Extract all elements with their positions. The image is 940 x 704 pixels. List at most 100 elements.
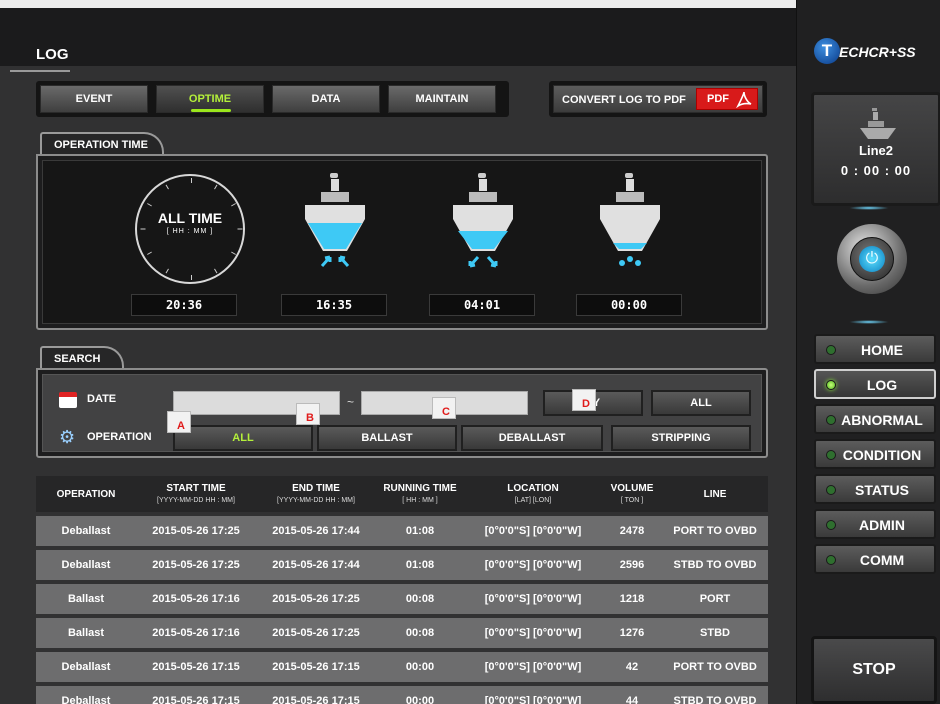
cell-start-time: 2015-05-26 17:16	[136, 584, 256, 614]
convert-pdf-button[interactable]: CONVERT LOG TO PDF PDF	[549, 81, 767, 117]
marker-b: B	[296, 403, 320, 425]
operation-all-button[interactable]: ALL	[173, 425, 313, 451]
col-line[interactable]: LINE	[662, 476, 768, 512]
cell-location: [0°0'0"S] [0°0'0"W]	[464, 618, 602, 648]
table-row[interactable]: Deballast 2015-05-26 17:25 2015-05-26 17…	[36, 550, 768, 580]
operation-time-panel: ALL TIME [ HH : MM ] 20:36 16:35 04:01 0…	[36, 154, 768, 330]
all-date-button[interactable]: ALL	[651, 390, 751, 416]
convert-pdf-inner: CONVERT LOG TO PDF PDF	[553, 85, 763, 113]
nav-log[interactable]: LOG	[814, 369, 936, 399]
search-panel: DATE ⚙ OPERATION ~ AY ALL ALL BALLAST DE…	[36, 368, 768, 458]
nav-status[interactable]: STATUS	[814, 474, 936, 504]
table-row[interactable]: Ballast 2015-05-26 17:16 2015-05-26 17:2…	[36, 584, 768, 614]
cell-location: [0°0'0"S] [0°0'0"W]	[464, 584, 602, 614]
cell-end-time: 2015-05-26 17:44	[256, 516, 376, 546]
deballast-ship-icon	[453, 173, 513, 268]
stop-button[interactable]: STOP	[811, 636, 937, 704]
ballast-ship-icon	[305, 173, 365, 267]
deballast-time-value: 04:01	[429, 294, 535, 316]
clock-sub: [ HH : MM ]	[166, 228, 214, 235]
ballast-time-value: 16:35	[281, 294, 387, 316]
table-header: OPERATION START TIME [YYYY-MM-DD HH : MM]…	[36, 476, 768, 512]
col-end-time[interactable]: END TIME [YYYY-MM-DD HH : MM]	[256, 476, 376, 512]
power-button[interactable]: ⏻	[837, 224, 907, 294]
col-location[interactable]: LOCATION [LAT] [LON]	[464, 476, 602, 512]
cell-location: [0°0'0"S] [0°0'0"W]	[464, 550, 602, 580]
clock-label: ALL TIME	[157, 210, 223, 226]
nav-home[interactable]: HOME	[814, 334, 936, 364]
search-tab: SEARCH	[40, 346, 124, 370]
cell-end-time: 2015-05-26 17:15	[256, 652, 376, 682]
log-table: OPERATION START TIME [YYYY-MM-DD HH : MM]…	[36, 472, 768, 704]
glow-indicator	[849, 206, 889, 210]
line-name: Line2	[859, 143, 893, 158]
nav-abnormal[interactable]: ABNORMAL	[814, 404, 936, 434]
table-row[interactable]: Deballast 2015-05-26 17:25 2015-05-26 17…	[36, 516, 768, 546]
cell-volume: 2596	[602, 550, 662, 580]
cell-running-time: 01:08	[376, 516, 464, 546]
table-row[interactable]: Deballast 2015-05-26 17:15 2015-05-26 17…	[36, 686, 768, 704]
cell-location: [0°0'0"S] [0°0'0"W]	[464, 516, 602, 546]
logo-mark: T	[814, 38, 840, 64]
operation-stripping-button[interactable]: STRIPPING	[611, 425, 751, 451]
page-title: LOG	[36, 46, 69, 63]
cell-running-time: 00:00	[376, 652, 464, 682]
search-inner: DATE ⚙ OPERATION ~ AY ALL ALL BALLAST DE…	[42, 374, 762, 452]
power-button-inner: ⏻	[850, 237, 894, 281]
cell-operation: Deballast	[36, 686, 136, 704]
nav-label: ADMIN	[859, 517, 905, 533]
operation-ballast-button[interactable]: BALLAST	[317, 425, 457, 451]
nav-label: ABNORMAL	[841, 412, 923, 428]
col-operation[interactable]: OPERATION	[36, 476, 136, 512]
col-start-time[interactable]: START TIME [YYYY-MM-DD HH : MM]	[136, 476, 256, 512]
logo-text: ECHCR+SS	[839, 44, 916, 60]
glow-indicator	[849, 320, 889, 324]
cell-line: PORT TO OVBD	[662, 652, 768, 682]
date-separator: ~	[347, 395, 355, 409]
cell-line: PORT	[662, 584, 768, 614]
cell-operation: Deballast	[36, 550, 136, 580]
stripping-ship-icon	[600, 173, 660, 266]
title-underline	[10, 70, 70, 72]
tab-optime[interactable]: OPTIME	[156, 85, 264, 113]
nav-admin[interactable]: ADMIN	[814, 509, 936, 539]
nav-comm[interactable]: COMM	[814, 544, 936, 574]
cell-location: [0°0'0"S] [0°0'0"W]	[464, 652, 602, 682]
operation-deballast-button[interactable]: DEBALLAST	[461, 425, 603, 451]
nav-label: HOME	[861, 342, 903, 358]
col-running-time[interactable]: RUNNING TIME[ HH : MM ]	[376, 476, 464, 512]
convert-pdf-label: CONVERT LOG TO PDF	[562, 94, 686, 106]
cell-location: [0°0'0"S] [0°0'0"W]	[464, 686, 602, 704]
nav-label: COMM	[859, 552, 905, 568]
tab-maintain[interactable]: MAINTAIN	[388, 85, 496, 113]
cell-volume: 1218	[602, 584, 662, 614]
cell-running-time: 00:08	[376, 618, 464, 648]
cell-start-time: 2015-05-26 17:16	[136, 618, 256, 648]
col-volume[interactable]: VOLUME[ TON ]	[602, 476, 662, 512]
pdf-badge: PDF	[696, 88, 758, 110]
all-time-value: 20:36	[131, 294, 237, 316]
table-row[interactable]: Deballast 2015-05-26 17:15 2015-05-26 17…	[36, 652, 768, 682]
cell-line: PORT TO OVBD	[662, 516, 768, 546]
calendar-icon	[59, 392, 77, 408]
line-status-box: Line2 0 : 00 : 00	[811, 92, 940, 206]
date-label: DATE	[87, 393, 117, 405]
nav-condition[interactable]: CONDITION	[814, 439, 936, 469]
cell-line: STBD TO OVBD	[662, 686, 768, 704]
tab-event[interactable]: EVENT	[40, 85, 148, 113]
cell-start-time: 2015-05-26 17:25	[136, 516, 256, 546]
operation-label: OPERATION	[87, 431, 152, 443]
line-timer: 0 : 00 : 00	[840, 163, 912, 178]
cell-start-time: 2015-05-26 17:15	[136, 686, 256, 704]
tab-data[interactable]: DATA	[272, 85, 380, 113]
pdf-badge-label: PDF	[707, 93, 729, 105]
ship-icon	[860, 108, 896, 139]
table-row[interactable]: Ballast 2015-05-26 17:16 2015-05-26 17:2…	[36, 618, 768, 648]
nav-label: STATUS	[855, 482, 909, 498]
cell-volume: 42	[602, 652, 662, 682]
cell-running-time: 00:00	[376, 686, 464, 704]
marker-a: A	[167, 411, 191, 433]
cell-line: STBD	[662, 618, 768, 648]
cell-operation: Ballast	[36, 618, 136, 648]
power-icon: ⏻	[859, 246, 885, 272]
